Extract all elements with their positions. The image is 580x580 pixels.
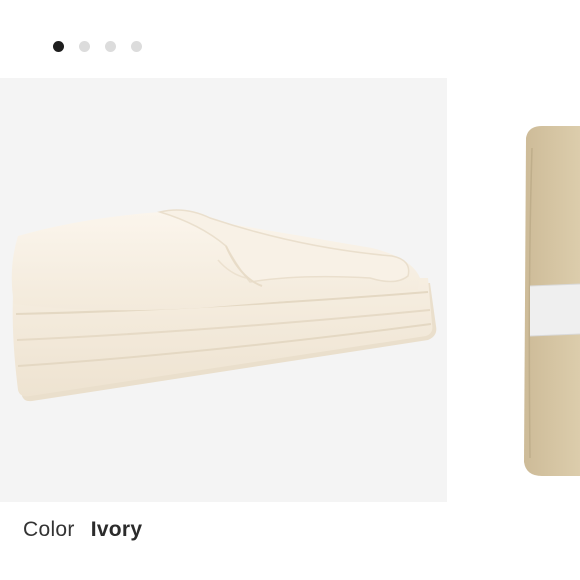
selected-color: Color Ivory	[23, 518, 142, 542]
product-image-slide-2-preview[interactable]	[512, 78, 580, 502]
tan-rolled-blanket-icon	[524, 126, 580, 476]
pagination-dot-1[interactable]	[53, 41, 64, 52]
product-image-slide-1[interactable]	[0, 78, 447, 502]
pagination-dot-3[interactable]	[105, 41, 116, 52]
pagination-dot-2[interactable]	[79, 41, 90, 52]
color-value: Ivory	[90, 518, 143, 541]
ivory-folded-blanket-icon	[11, 209, 437, 402]
color-label: Color	[23, 518, 75, 541]
pagination-dot-4[interactable]	[131, 41, 142, 52]
carousel-pagination	[53, 41, 142, 52]
